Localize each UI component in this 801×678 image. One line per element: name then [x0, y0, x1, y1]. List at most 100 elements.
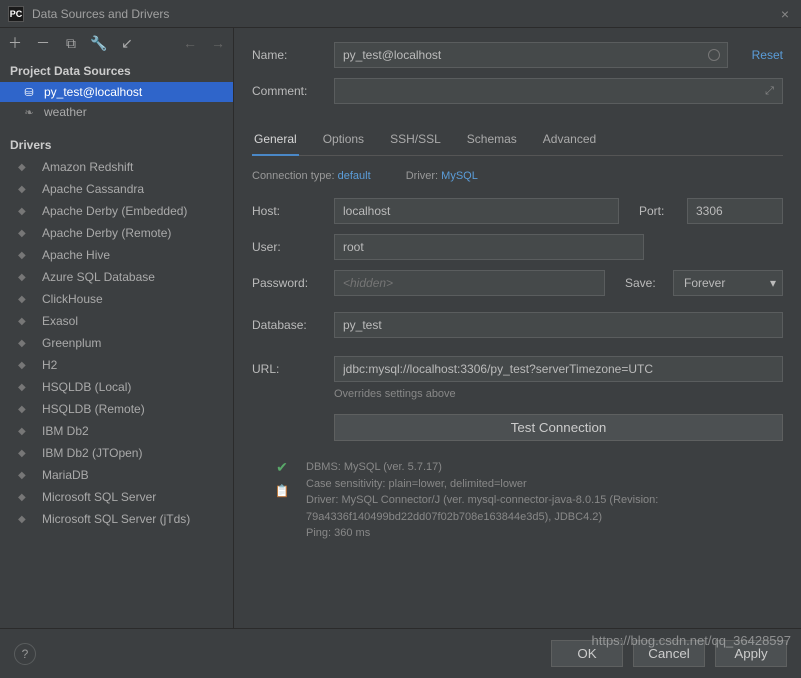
- tab-advanced[interactable]: Advanced: [541, 126, 598, 156]
- database-label: Database:: [252, 318, 334, 332]
- driver-icon: ◆: [18, 160, 34, 174]
- source-label: py_test@localhost: [44, 85, 142, 99]
- status-driver: Driver: MySQL Connector/J (ver. mysql-co…: [306, 492, 783, 525]
- wrench-icon[interactable]: 🔧: [90, 35, 108, 52]
- window-title: Data Sources and Drivers: [32, 7, 777, 21]
- driver-item[interactable]: ◆ Apache Derby (Remote): [0, 222, 233, 244]
- host-label: Host:: [252, 204, 334, 218]
- forward-icon[interactable]: →: [209, 35, 227, 51]
- back-icon[interactable]: ←: [181, 35, 199, 51]
- driver-icon: ◆: [18, 512, 34, 526]
- source-item-pytest[interactable]: ⛁ py_test@localhost: [0, 82, 233, 102]
- test-connection-button[interactable]: Test Connection: [334, 414, 783, 441]
- check-icon: ✔: [276, 459, 288, 476]
- driver-label: Apache Derby (Remote): [42, 226, 171, 240]
- tab-sshssl[interactable]: SSH/SSL: [388, 126, 443, 156]
- comment-input[interactable]: [334, 78, 757, 104]
- host-input[interactable]: [334, 198, 619, 224]
- expand-icon[interactable]: ⤢: [757, 78, 783, 104]
- password-label: Password:: [252, 276, 334, 290]
- copy-icon[interactable]: ⧉: [62, 35, 80, 52]
- driver-icon: ◆: [18, 270, 34, 284]
- comment-label: Comment:: [252, 84, 334, 98]
- status-block: ✔ 📋 DBMS: MySQL (ver. 5.7.17) Case sensi…: [252, 459, 783, 542]
- driver-label: Microsoft SQL Server (jTds): [42, 512, 190, 526]
- connection-type-link[interactable]: default: [338, 170, 371, 182]
- user-input[interactable]: [334, 234, 644, 260]
- database-icon: ⛁: [22, 85, 36, 99]
- save-value: Forever: [684, 276, 725, 290]
- driver-item[interactable]: ◆ H2: [0, 354, 233, 376]
- driver-icon: ◆: [18, 226, 34, 240]
- driver-item[interactable]: ◆ Azure SQL Database: [0, 266, 233, 288]
- driver-item[interactable]: ◆Apache Cassandra: [0, 178, 233, 200]
- driver-icon: ◆: [18, 336, 34, 350]
- url-input[interactable]: [334, 356, 783, 382]
- driver-label: Microsoft SQL Server: [42, 490, 156, 504]
- driver-item[interactable]: ◆ Microsoft SQL Server: [0, 486, 233, 508]
- driver-icon: ◆: [18, 380, 34, 394]
- status-case: Case sensitivity: plain=lower, delimited…: [306, 476, 783, 493]
- apply-button[interactable]: Apply: [715, 640, 787, 667]
- tabs: General Options SSH/SSL Schemas Advanced: [252, 126, 783, 156]
- driver-item[interactable]: ◆ Microsoft SQL Server (jTds): [0, 508, 233, 530]
- help-button[interactable]: ?: [14, 643, 36, 665]
- ok-button[interactable]: OK: [551, 640, 623, 667]
- driver-icon: ◆: [18, 314, 34, 328]
- save-select[interactable]: Forever ▾: [673, 270, 783, 296]
- app-icon: PC: [8, 6, 24, 22]
- user-label: User:: [252, 240, 334, 254]
- driver-item[interactable]: ◆HSQLDB (Remote): [0, 398, 233, 420]
- driver-label: Apache Derby (Embedded): [42, 204, 187, 218]
- driver-icon: ◆: [18, 204, 34, 218]
- source-label: weather: [44, 105, 87, 119]
- driver-item[interactable]: ◆ Apache Derby (Embedded): [0, 200, 233, 222]
- driver-item[interactable]: ◆ HSQLDB (Local): [0, 376, 233, 398]
- titlebar: PC Data Sources and Drivers ×: [0, 0, 801, 28]
- driver-item[interactable]: ◆ClickHouse: [0, 288, 233, 310]
- driver-item[interactable]: ◆Apache Hive: [0, 244, 233, 266]
- color-indicator[interactable]: [702, 42, 728, 68]
- driver-item[interactable]: ◆Greenplum: [0, 332, 233, 354]
- close-icon[interactable]: ×: [777, 6, 793, 22]
- driver-item[interactable]: ◆IBM Db2: [0, 420, 233, 442]
- password-input[interactable]: [334, 270, 605, 296]
- database-input[interactable]: [334, 312, 783, 338]
- driver-item[interactable]: ◆Amazon Redshift: [0, 156, 233, 178]
- driver-item[interactable]: ◆MariaDB: [0, 464, 233, 486]
- port-input[interactable]: [687, 198, 783, 224]
- name-input[interactable]: [334, 42, 702, 68]
- clipboard-icon[interactable]: 📋: [275, 484, 290, 498]
- connection-type-label: Connection type:: [252, 170, 335, 182]
- status-ping: Ping: 360 ms: [306, 525, 783, 542]
- sidebar-toolbar: ＋ － ⧉ 🔧 ↙ ← →: [0, 28, 233, 58]
- driver-label: ClickHouse: [42, 292, 103, 306]
- sources-tree: ⛁ py_test@localhost ❧ weather: [0, 82, 233, 122]
- driver-icon: ◆: [18, 182, 34, 196]
- url-hint: Overrides settings above: [334, 388, 783, 400]
- tab-general[interactable]: General: [252, 126, 299, 156]
- source-item-weather[interactable]: ❧ weather: [0, 102, 233, 122]
- status-dbms: DBMS: MySQL (ver. 5.7.17): [306, 459, 783, 476]
- driver-icon: ◆: [18, 490, 34, 504]
- reset-link[interactable]: Reset: [752, 48, 783, 62]
- right-panel: Name: Reset Comment: ⤢ General Options S…: [234, 28, 801, 628]
- connection-type-row: Connection type: default Driver: MySQL: [252, 170, 783, 182]
- driver-item[interactable]: ◆Exasol: [0, 310, 233, 332]
- tab-options[interactable]: Options: [321, 126, 366, 156]
- driver-label: HSQLDB (Local): [42, 380, 131, 394]
- driver-label: H2: [42, 358, 57, 372]
- remove-icon[interactable]: －: [34, 33, 52, 53]
- footer: ? OK Cancel Apply: [0, 628, 801, 678]
- left-panel: ＋ － ⧉ 🔧 ↙ ← → Project Data Sources ⛁ py_…: [0, 28, 234, 628]
- cancel-button[interactable]: Cancel: [633, 640, 705, 667]
- tab-schemas[interactable]: Schemas: [465, 126, 519, 156]
- name-label: Name:: [252, 48, 334, 62]
- reset-icon[interactable]: ↙: [118, 35, 136, 52]
- driver-icon: ◆: [18, 358, 34, 372]
- driver-icon: ◆: [18, 446, 34, 460]
- add-icon[interactable]: ＋: [6, 33, 24, 53]
- driver-item[interactable]: ◆IBM Db2 (JTOpen): [0, 442, 233, 464]
- driver-link[interactable]: MySQL: [441, 170, 478, 182]
- driver-label: Azure SQL Database: [42, 270, 155, 284]
